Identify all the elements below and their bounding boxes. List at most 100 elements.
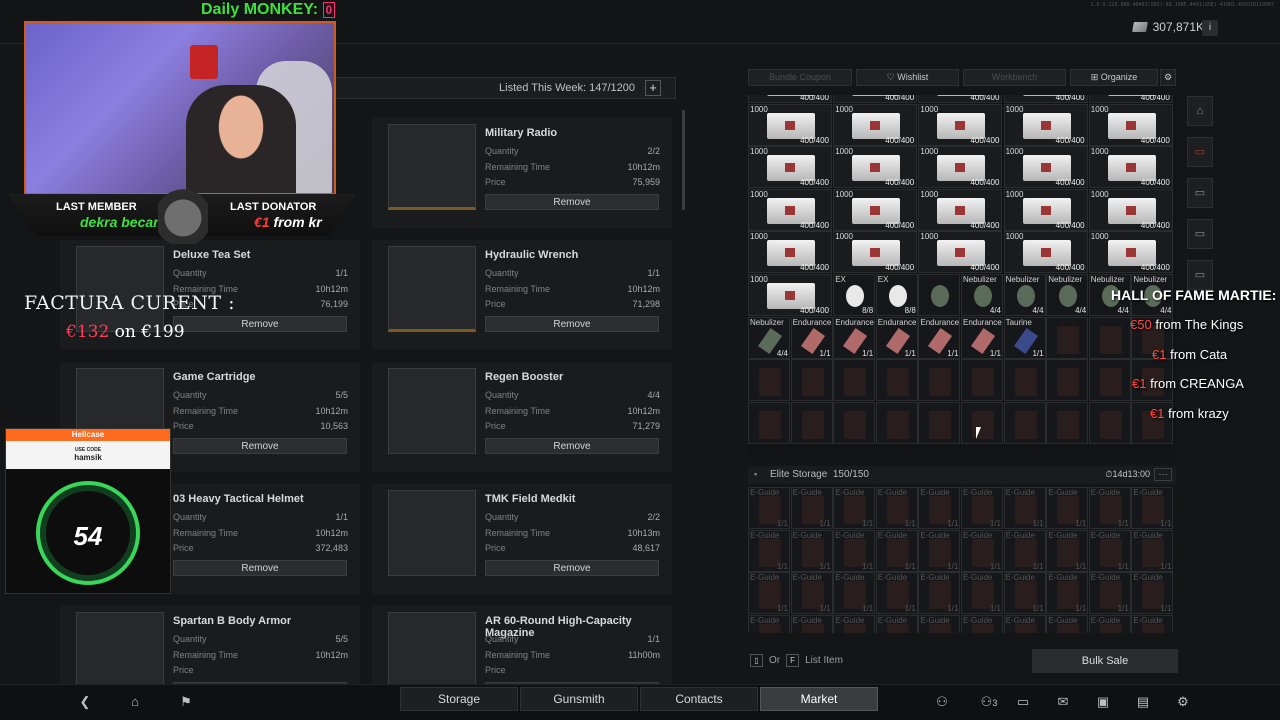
stash-item-dim[interactable] — [1046, 359, 1089, 402]
info-button[interactable]: i — [1202, 20, 1218, 36]
elite-item[interactable]: E-Guide1/1 — [1003, 614, 1046, 633]
elite-item[interactable]: E-Guide1/1 — [790, 572, 833, 615]
gift-card-item[interactable]: 1000 400/400 — [1003, 188, 1088, 231]
stash-item-dim[interactable] — [790, 401, 833, 444]
elite-item[interactable]: E-Guide1/1 — [918, 487, 961, 529]
gift-card-item[interactable]: 1000 400/400 — [918, 146, 1003, 189]
elite-item[interactable]: E-Guide1/1 — [1046, 572, 1089, 615]
elite-item[interactable]: E-Guide1/1 — [875, 572, 918, 615]
workbench-button[interactable]: Workbench — [963, 69, 1066, 86]
stash-item[interactable]: Nebulizer 4/4 — [1046, 274, 1089, 316]
gift-card-item[interactable]: 400/400 — [1003, 95, 1088, 103]
remove-button[interactable]: Remove — [485, 194, 659, 210]
elite-item[interactable]: E-Guide1/1 — [790, 614, 833, 633]
gift-card-item[interactable]: 1000 400/400 — [833, 231, 918, 274]
elite-item[interactable]: E-Guide1/1 — [833, 529, 876, 572]
elite-item[interactable]: E-Guide1/1 — [748, 487, 790, 529]
stash-item-dim[interactable] — [875, 401, 918, 444]
stash-item[interactable]: Nebulizer 4/4 — [748, 316, 790, 359]
stash-item-dim[interactable] — [833, 359, 876, 402]
gift-card-item[interactable]: 400/400 — [918, 95, 1003, 103]
elite-item[interactable]: E-Guide1/1 — [833, 487, 876, 529]
gift-card-item[interactable]: 1000 400/400 — [748, 274, 832, 316]
stash-item-dim[interactable] — [961, 359, 1003, 402]
elite-item[interactable]: E-Guide1/1 — [1088, 614, 1131, 633]
back-icon[interactable]: ❮ — [76, 693, 94, 711]
stash-item-dim[interactable] — [1003, 401, 1046, 444]
stash-item[interactable]: Nebulizer 4/4 — [961, 274, 1003, 316]
elite-item[interactable]: E-Guide1/1 — [1046, 487, 1089, 529]
elite-item[interactable]: E-Guide1/1 — [1131, 487, 1174, 529]
elite-item[interactable]: E-Guide1/1 — [748, 572, 790, 615]
elite-item[interactable]: E-Guide1/1 — [1003, 487, 1046, 529]
gift-card-item[interactable]: 1000 400/400 — [1088, 231, 1173, 274]
stash-tab-4-icon[interactable]: ▭ — [1187, 260, 1213, 290]
gift-card-item[interactable]: 400/400 — [748, 95, 832, 103]
elite-item[interactable]: E-Guide1/1 — [1046, 614, 1089, 633]
friends-icon[interactable]: ⚇ — [933, 693, 951, 711]
elite-item[interactable]: E-Guide1/1 — [1088, 572, 1131, 615]
remove-button[interactable]: Remove — [485, 316, 659, 332]
chat-icon[interactable]: ▭ — [1014, 693, 1032, 711]
gift-card-item[interactable]: 1000 400/400 — [748, 188, 832, 231]
shop-icon[interactable]: ▣ — [1094, 693, 1112, 711]
elite-item[interactable]: E-Guide1/1 — [875, 487, 918, 529]
elite-item[interactable]: E-Guide1/1 — [961, 487, 1003, 529]
listing-scrollbar[interactable] — [682, 110, 685, 210]
elite-item[interactable]: E-Guide1/1 — [1088, 487, 1131, 529]
stash-item-dim[interactable] — [1088, 359, 1131, 402]
elite-item[interactable]: E-Guide1/1 — [918, 614, 961, 633]
stash-item[interactable]: Taurine 1/1 — [1003, 316, 1046, 359]
gift-card-item[interactable]: 1000 400/400 — [833, 103, 918, 146]
stash-item-dim[interactable] — [961, 401, 1003, 444]
bundle-coupon-button[interactable]: Bundle Coupon — [748, 69, 852, 86]
stash-item-dim[interactable] — [1046, 316, 1089, 359]
remove-button[interactable]: Remove — [173, 438, 347, 454]
stash-item[interactable]: EX 8/8 — [833, 274, 876, 316]
stash-item-dim[interactable] — [833, 401, 876, 444]
gift-card-item[interactable]: 1000 400/400 — [833, 188, 918, 231]
stash-item[interactable] — [918, 274, 961, 316]
elite-item[interactable]: E-Guide1/1 — [1131, 572, 1174, 615]
elite-item[interactable]: E-Guide1/1 — [833, 614, 876, 633]
gear-icon[interactable]: ⚙ — [1174, 693, 1192, 711]
elite-item[interactable]: E-Guide1/1 — [833, 572, 876, 615]
mail-icon[interactable]: ✉ — [1054, 693, 1072, 711]
stash-tab-1-icon[interactable]: ▭ — [1187, 137, 1213, 167]
gift-card-item[interactable]: 1000 400/400 — [918, 188, 1003, 231]
stash-item[interactable]: Nebulizer 4/4 — [1003, 274, 1046, 316]
squad-icon[interactable]: ⚇3 — [976, 693, 1002, 711]
gift-card-item[interactable]: 400/400 — [833, 95, 918, 103]
stash-item-dim[interactable] — [748, 359, 790, 402]
elite-item[interactable]: E-Guide1/1 — [918, 572, 961, 615]
home-icon[interactable]: ⌂ — [126, 693, 144, 711]
bulk-sale-button[interactable]: Bulk Sale — [1032, 649, 1178, 673]
add-listing-button[interactable]: + — [645, 80, 661, 96]
elite-item[interactable]: E-Guide1/1 — [1088, 529, 1131, 572]
gift-card-item[interactable]: 1000 400/400 — [1003, 146, 1088, 189]
stash-item-dim[interactable] — [1003, 359, 1046, 402]
stash-item-dim[interactable] — [1088, 401, 1131, 444]
stash-item[interactable]: Endurance 1/1 — [961, 316, 1003, 359]
elite-item[interactable]: E-Guide1/1 — [875, 614, 918, 633]
elite-item[interactable]: E-Guide1/1 — [875, 529, 918, 572]
elite-item[interactable]: E-Guide1/1 — [1131, 614, 1174, 633]
elite-item[interactable]: E-Guide1/1 — [748, 529, 790, 572]
elite-item[interactable]: E-Guide1/1 — [1003, 572, 1046, 615]
remove-button[interactable]: Remove — [485, 560, 659, 576]
gift-card-item[interactable]: 1000 400/400 — [833, 146, 918, 189]
tab-gunsmith[interactable]: Gunsmith — [520, 687, 638, 711]
flag-icon[interactable]: ⚑ — [177, 693, 195, 711]
stash-item-dim[interactable] — [790, 359, 833, 402]
elite-item[interactable]: E-Guide1/1 — [790, 487, 833, 529]
gift-card-item[interactable]: 1000 400/400 — [1003, 231, 1088, 274]
stash-item-dim[interactable] — [1046, 401, 1089, 444]
remove-button[interactable]: Remove — [485, 438, 659, 454]
stash-item-dim[interactable] — [748, 401, 790, 444]
gift-card-item[interactable]: 1000 400/400 — [1088, 146, 1173, 189]
stash-item[interactable]: Endurance 1/1 — [918, 316, 961, 359]
elite-item[interactable]: E-Guide1/1 — [961, 614, 1003, 633]
stash-item[interactable]: Endurance 1/1 — [790, 316, 833, 359]
elite-storage-grid[interactable]: E-Guide 1/1 E-Guide 1/1 E-Guide 1/1 E-Guide 1/1… — [748, 487, 1176, 633]
gift-card-item[interactable]: 1000 400/400 — [1088, 103, 1173, 146]
